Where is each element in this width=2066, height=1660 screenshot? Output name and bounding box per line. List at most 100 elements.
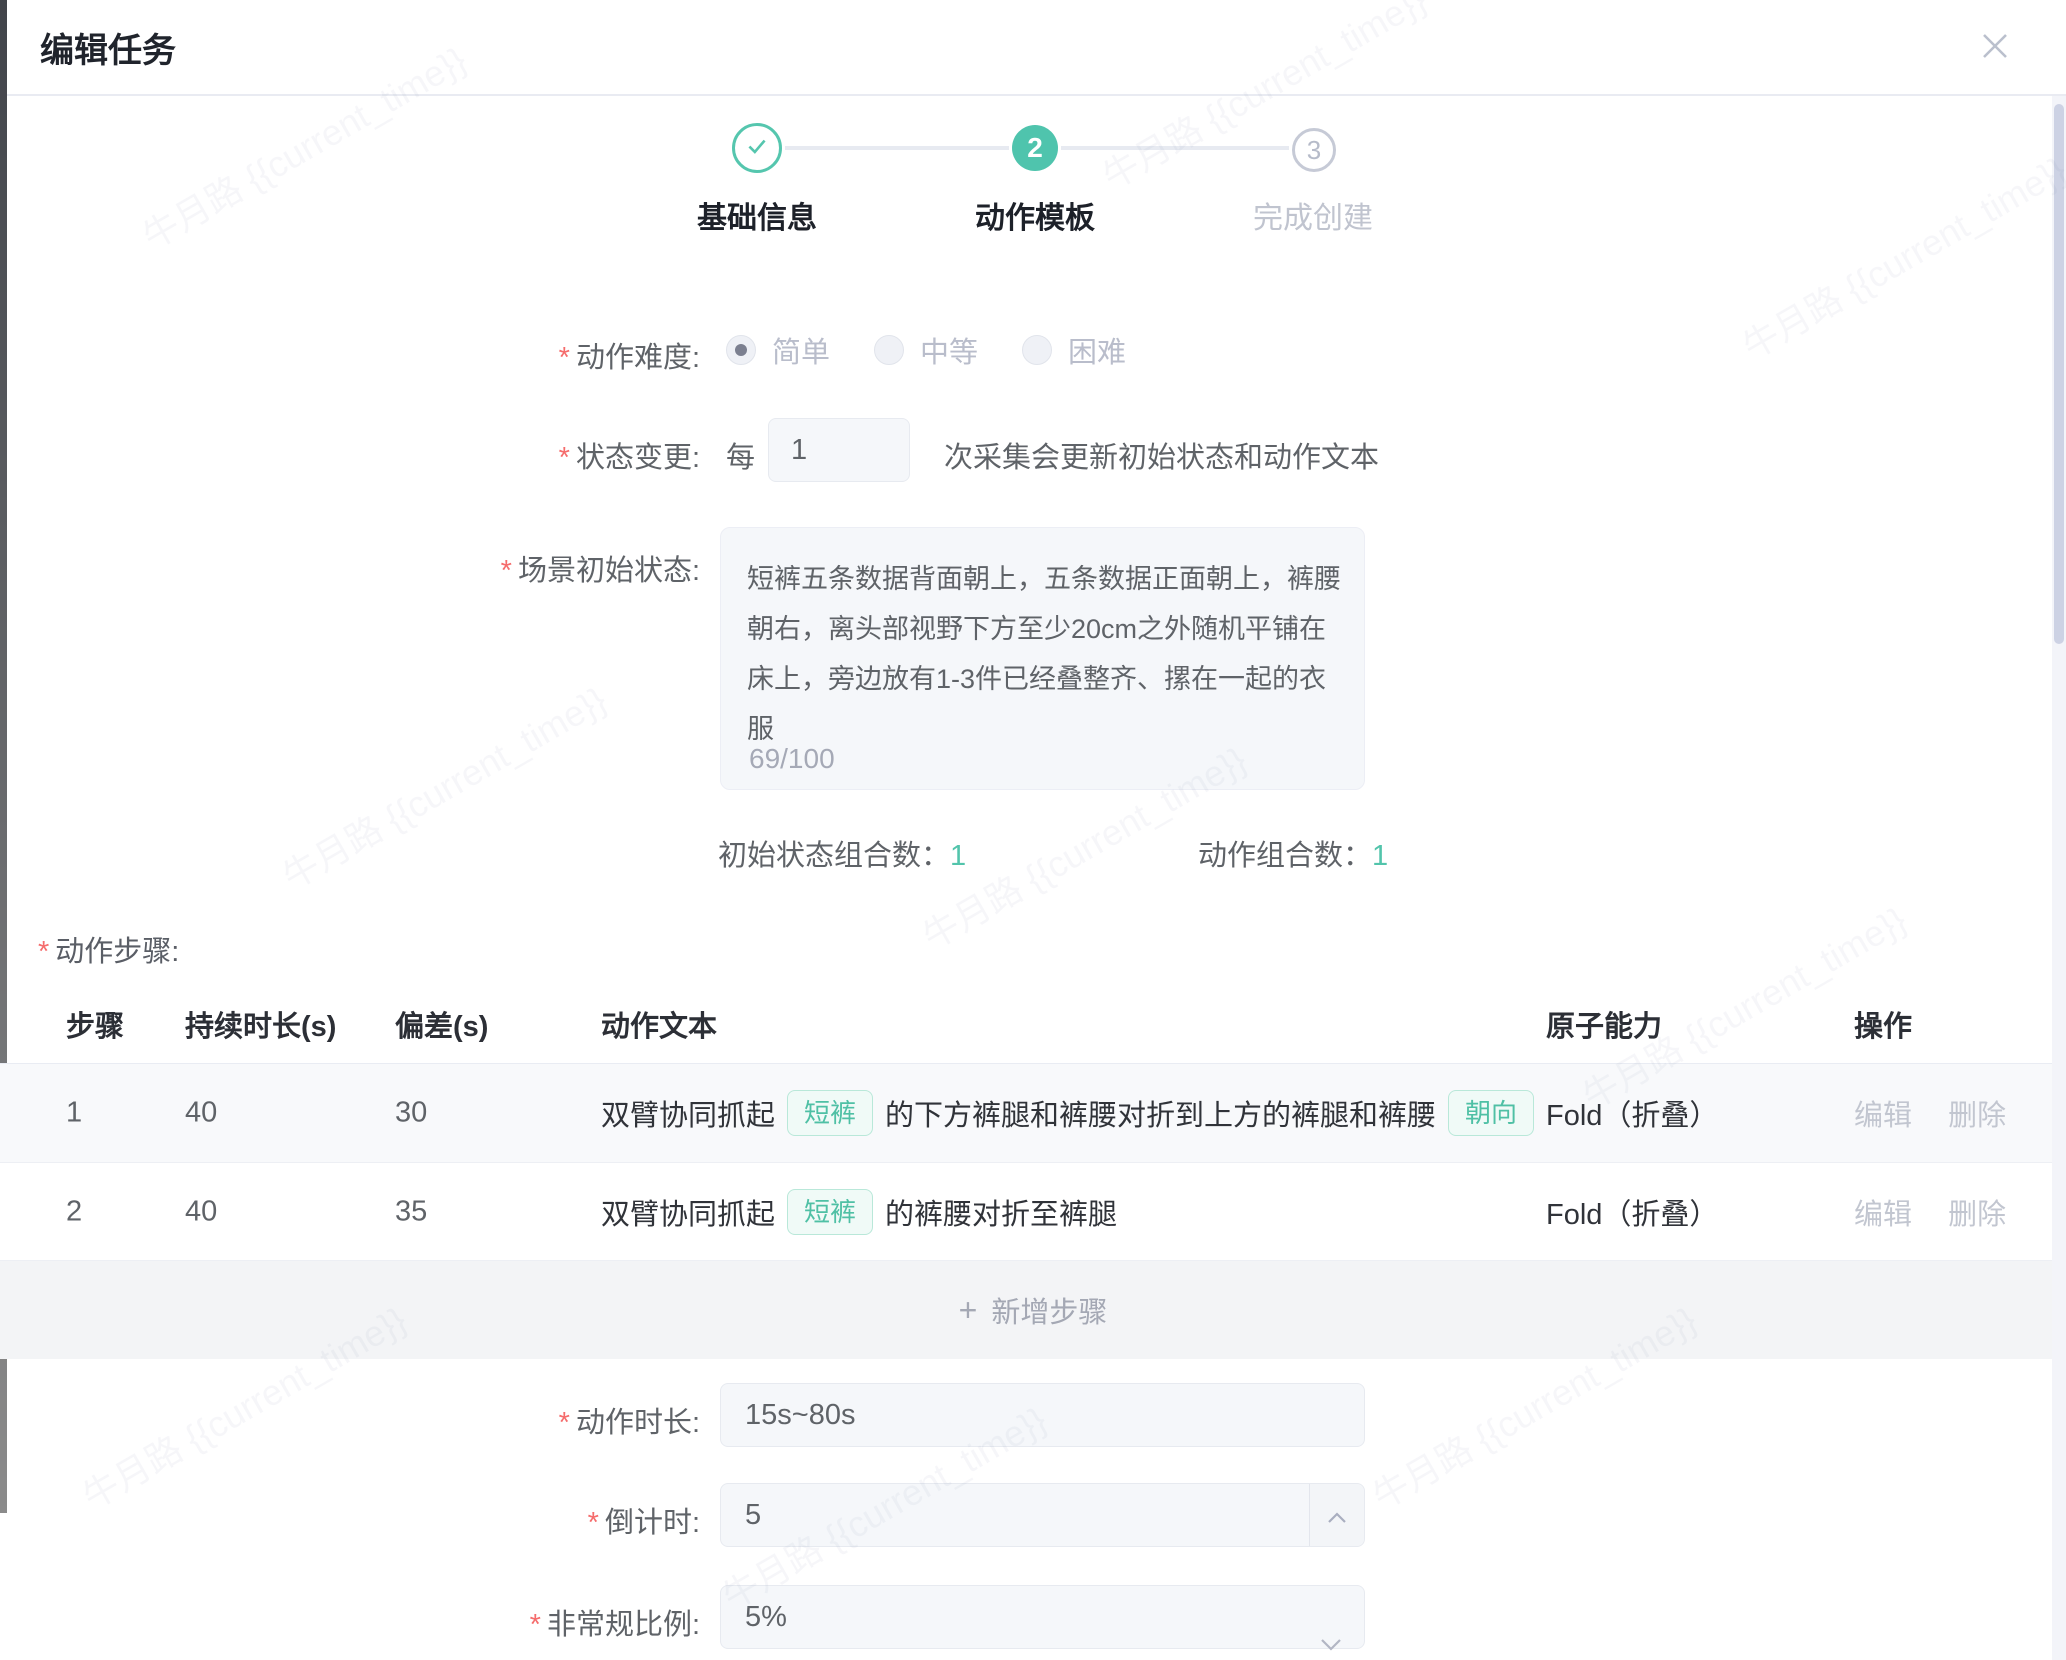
plus-icon: + [959, 1292, 978, 1329]
action-text-part: 双臂协同抓起 [601, 1191, 775, 1233]
add-step-label: 新增步骤 [991, 1289, 1107, 1331]
edit-link[interactable]: 编辑 [1854, 1100, 1912, 1132]
step-number: 2 [66, 1195, 82, 1228]
spinner-up-button[interactable] [1310, 1484, 1364, 1546]
required-asterisk: * [559, 342, 570, 374]
unusual-ratio-row: *非常规比例: 5% [0, 1585, 2066, 1649]
scrollbar-thumb[interactable] [2054, 104, 2064, 644]
action-text-part: 的裤腰对折至裤腿 [885, 1191, 1117, 1233]
close-button[interactable] [1979, 30, 2011, 62]
step-ability: Fold（折叠） [1546, 1092, 1718, 1134]
table-row: 2 40 35 双臂协同抓起 短裤 的裤腰对折至裤腿 Fold（折叠） 编辑 删… [0, 1163, 2066, 1261]
col-header-action-text: 动作文本 [601, 1003, 717, 1045]
steps-table: 步骤 持续时长(s) 偏差(s) 动作文本 原子能力 操作 1 40 30 双臂… [0, 985, 2066, 1359]
state-change-prefix: 每 [726, 434, 755, 476]
orientation-tag: 朝向 [1448, 1090, 1534, 1136]
radio-label: 中等 [920, 329, 978, 371]
duration-label: *动作时长: [559, 1399, 700, 1441]
step-operations: 编辑 删除 [1854, 1191, 2006, 1233]
delete-link[interactable]: 删除 [1948, 1199, 2006, 1231]
countdown-input[interactable]: 5 [720, 1483, 1365, 1547]
required-asterisk: * [559, 442, 570, 474]
radio-circle [1022, 335, 1052, 365]
radio-label: 困难 [1068, 329, 1126, 371]
chevron-down-icon [1320, 1612, 1342, 1660]
char-counter: 69/100 [749, 745, 835, 773]
initial-combo-value: 1 [950, 840, 966, 872]
radio-option-easy[interactable]: 简单 [726, 329, 830, 371]
step-duration: 40 [185, 1097, 217, 1130]
required-asterisk: * [501, 555, 512, 587]
step-3-number: 3 [1307, 135, 1321, 166]
col-header-duration: 持续时长(s) [185, 1003, 336, 1045]
difficulty-radio-group: 简单 中等 困难 [726, 330, 1170, 370]
step-1-label: 基础信息 [637, 193, 877, 237]
radio-circle [874, 335, 904, 365]
state-change-row: *状态变更: 每 1 次采集会更新初始状态和动作文本 [0, 418, 2066, 482]
radio-circle [726, 335, 756, 365]
object-tag: 短裤 [787, 1189, 873, 1235]
number-spinner [1309, 1484, 1364, 1546]
step-number: 1 [66, 1097, 82, 1130]
col-header-deviation: 偏差(s) [395, 1003, 488, 1045]
required-asterisk: * [530, 1609, 541, 1641]
step-duration: 40 [185, 1195, 217, 1228]
initial-state-label: *场景初始状态: [501, 547, 700, 589]
state-change-label: *状态变更: [559, 434, 700, 476]
duration-row: *动作时长: 15s~80s [0, 1383, 2066, 1447]
initial-state-row: *场景初始状态: 短裤五条数据背面朝上，五条数据正面朝上，裤腰朝右，离头部视野下… [0, 527, 2066, 790]
step-2-number: 2 [1027, 132, 1043, 164]
stepper-connector [785, 146, 1009, 150]
initial-state-text: 短裤五条数据背面朝上，五条数据正面朝上，裤腰朝右，离头部视野下方至少20cm之外… [747, 564, 1341, 744]
action-combo-count: 动作组合数：1 [1198, 832, 1388, 874]
modal-header: 编辑任务 [7, 0, 2066, 96]
unusual-ratio-value: 5% [745, 1601, 787, 1633]
unusual-ratio-select[interactable]: 5% [720, 1585, 1365, 1649]
step-3-label: 完成创建 [1193, 193, 1433, 237]
col-header-ability: 原子能力 [1546, 1003, 1662, 1045]
chevron-up-icon [1327, 1484, 1347, 1546]
action-steps-section: *动作步骤: [0, 928, 2066, 964]
col-header-step: 步骤 [66, 1003, 124, 1045]
table-header-row: 步骤 持续时长(s) 偏差(s) 动作文本 原子能力 操作 [0, 985, 2066, 1064]
step-operations: 编辑 删除 [1854, 1092, 2006, 1134]
state-change-input[interactable]: 1 [768, 418, 910, 482]
check-icon [744, 133, 770, 164]
difficulty-label: *动作难度: [559, 334, 700, 376]
state-change-suffix: 次采集会更新初始状态和动作文本 [944, 434, 1379, 476]
modal-title: 编辑任务 [40, 23, 176, 72]
step-2-circle: 2 [1012, 125, 1058, 171]
radio-label: 简单 [772, 329, 830, 371]
add-step-button[interactable]: + 新增步骤 [0, 1261, 2066, 1359]
action-combo-value: 1 [1372, 840, 1388, 872]
radio-option-medium[interactable]: 中等 [874, 329, 978, 371]
step-ability: Fold（折叠） [1546, 1191, 1718, 1233]
step-2-label: 动作模板 [915, 193, 1155, 237]
countdown-value: 5 [745, 1499, 761, 1531]
initial-state-textarea[interactable]: 短裤五条数据背面朝上，五条数据正面朝上，裤腰朝右，离头部视野下方至少20cm之外… [720, 527, 1365, 790]
countdown-row: *倒计时: 5 [0, 1483, 2066, 1547]
countdown-label: *倒计时: [588, 1499, 700, 1541]
step-1-circle [732, 123, 782, 173]
required-asterisk: * [38, 936, 49, 968]
close-icon [1979, 49, 2011, 66]
unusual-ratio-label: *非常规比例: [530, 1601, 700, 1643]
required-asterisk: * [588, 1507, 599, 1539]
step-action-text: 双臂协同抓起 短裤 的裤腰对折至裤腿 [601, 1189, 1117, 1235]
initial-combo-count: 初始状态组合数：1 [718, 832, 966, 874]
table-row: 1 40 30 双臂协同抓起 短裤 的下方裤腿和裤腰对折到上方的裤腿和裤腰 朝向… [0, 1064, 2066, 1163]
action-text-part: 双臂协同抓起 [601, 1092, 775, 1134]
edit-task-modal: 编辑任务 2 3 基础信息 动作模板 完成创建 *动作难度: [0, 0, 2066, 1660]
duration-input[interactable]: 15s~80s [720, 1383, 1365, 1447]
action-text-part: 的下方裤腿和裤腰对折到上方的裤腿和裤腰 [885, 1092, 1436, 1134]
stepper-connector [1061, 146, 1289, 150]
object-tag: 短裤 [787, 1090, 873, 1136]
radio-option-hard[interactable]: 困难 [1022, 329, 1126, 371]
action-steps-label: *动作步骤: [38, 928, 179, 970]
required-asterisk: * [559, 1407, 570, 1439]
edit-link[interactable]: 编辑 [1854, 1199, 1912, 1231]
combo-counts-row: 初始状态组合数：1 动作组合数：1 [0, 832, 2066, 868]
step-action-text: 双臂协同抓起 短裤 的下方裤腿和裤腰对折到上方的裤腿和裤腰 朝向 [601, 1090, 1546, 1136]
difficulty-row: *动作难度: 简单 中等 困难 [0, 330, 2066, 370]
delete-link[interactable]: 删除 [1948, 1100, 2006, 1132]
